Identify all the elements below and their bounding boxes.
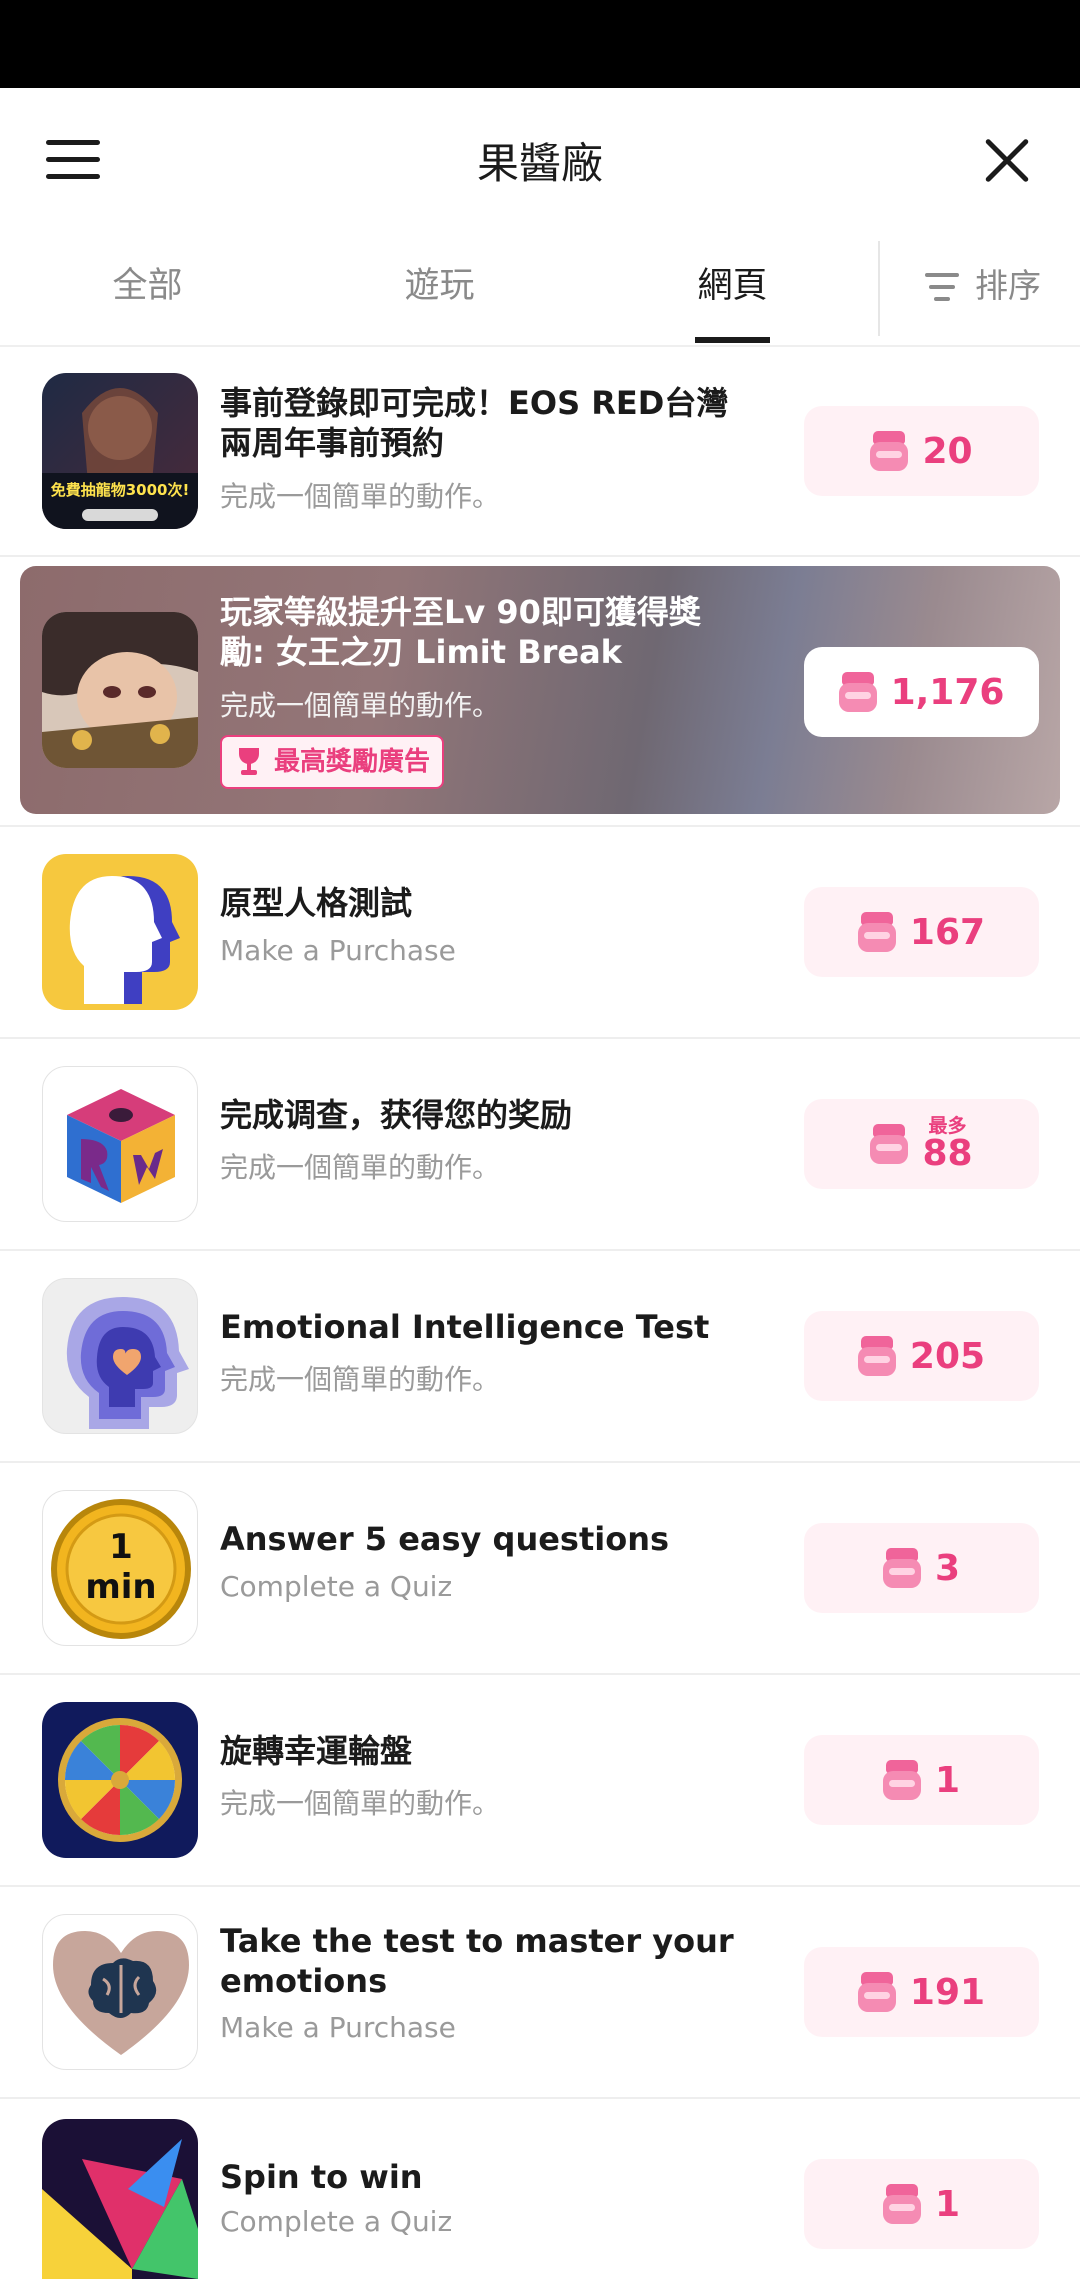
lucky-wheel-icon xyxy=(42,1702,198,1858)
list-item-subtitle: 完成一個簡單的動作。 xyxy=(220,480,501,513)
tab-divider xyxy=(878,241,880,336)
heart-brain-icon xyxy=(42,1914,198,2070)
trophy-icon xyxy=(236,748,262,776)
list-item-subtitle: 完成一個簡單的動作。 xyxy=(220,1363,501,1396)
reward-button[interactable]: 1,176 xyxy=(804,647,1039,737)
featured-ad-content[interactable]: 玩家等級提升至Lv 90即可獲得獎勵: 女王之刃 Limit Break 完成一… xyxy=(0,557,1080,825)
jam-jar-icon xyxy=(838,672,877,712)
reward-button[interactable]: 1 xyxy=(804,2159,1039,2249)
jam-jar-icon xyxy=(870,1124,909,1164)
filter-tabs: 全部 遊玩 網頁 排序 xyxy=(0,233,1080,347)
jam-jar-icon xyxy=(857,1972,896,2012)
jam-jar-icon xyxy=(857,1336,896,1376)
list-item-spin-to-win[interactable]: Spin to win Complete a Quiz 1 xyxy=(0,2099,1080,2279)
tab-play[interactable]: 遊玩 xyxy=(352,233,527,345)
reward-value: 1,176 xyxy=(890,671,1005,713)
archetype-head-icon xyxy=(42,854,198,1010)
reward-value: 88 xyxy=(922,1133,973,1174)
reward-value: 191 xyxy=(909,1971,986,2013)
list-item-easy-questions[interactable]: 1 min Answer 5 easy questions Complete a… xyxy=(0,1463,1080,1675)
list-item-survey[interactable]: 完成调查，获得您的奖励 完成一個簡單的動作。 最多 88 xyxy=(0,1039,1080,1251)
jam-jar-icon xyxy=(870,431,909,471)
eq-head-icon xyxy=(42,1278,198,1434)
reward-button[interactable]: 3 xyxy=(804,1523,1039,1613)
sort-icon xyxy=(925,273,959,303)
reward-button[interactable]: 191 xyxy=(804,1947,1039,2037)
queens-blade-app-icon xyxy=(42,612,198,768)
survey-cube-icon xyxy=(42,1066,198,1222)
spin-wheel-icon xyxy=(42,2119,198,2279)
list-item-title: Spin to win xyxy=(220,2158,423,2196)
page-title: 果醬廠 xyxy=(476,139,603,188)
list-item-title: 原型人格測試 xyxy=(220,884,413,922)
jam-jar-icon xyxy=(882,1548,921,1588)
status-bar xyxy=(0,0,1080,88)
reward-value: 1 xyxy=(934,1759,961,1801)
list-item-title: 完成调查，获得您的奖励 xyxy=(220,1096,573,1134)
coin-label: 1 min xyxy=(85,1527,157,1607)
list-item-lucky-wheel[interactable]: 旋轉幸運輪盤 完成一個簡單的動作。 1 xyxy=(0,1675,1080,1887)
list-item-title: Emotional Intelligence Test xyxy=(220,1308,710,1346)
list-item-title: Take the test to master your emotions xyxy=(220,1922,734,2000)
reward-button[interactable]: 20 xyxy=(804,406,1039,496)
list-item-title: 玩家等級提升至Lv 90即可獲得獎勵: 女王之刃 Limit Break xyxy=(220,593,701,671)
reward-value: 1 xyxy=(934,2183,961,2225)
list-item-eq-test[interactable]: Emotional Intelligence Test 完成一個簡單的動作。 2… xyxy=(0,1251,1080,1463)
list-item-eos-red[interactable]: 免費抽龍物3000次! 事前登錄即可完成！EOS RED台灣兩周年事前預約 完成… xyxy=(0,347,1080,557)
list-item-emotion-test[interactable]: Take the test to master your emotions Ma… xyxy=(0,1887,1080,2099)
active-tab-indicator xyxy=(695,337,770,343)
jam-jar-icon xyxy=(857,912,896,952)
badge-label: 最高獎勵廣告 xyxy=(274,747,431,777)
jam-jar-icon xyxy=(882,1760,921,1800)
list-item-subtitle: 完成一個簡單的動作。 xyxy=(220,689,501,722)
list-item-subtitle: Complete a Quiz xyxy=(220,1570,453,1603)
reward-value: 167 xyxy=(909,911,986,953)
tab-all[interactable]: 全部 xyxy=(60,233,235,345)
reward-button[interactable]: 最多 88 xyxy=(804,1099,1039,1189)
close-icon[interactable] xyxy=(982,136,1032,186)
list-item-title: 事前登錄即可完成！EOS RED台灣兩周年事前預約 xyxy=(220,384,729,462)
list-item-title: 旋轉幸運輪盤 xyxy=(220,1732,413,1770)
list-item-subtitle: 完成一個簡單的動作。 xyxy=(220,1151,501,1184)
list-item-subtitle: 完成一個簡單的動作。 xyxy=(220,1787,501,1820)
top-reward-badge: 最高獎勵廣告 xyxy=(220,735,445,789)
tab-web[interactable]: 網頁 xyxy=(645,233,820,345)
list-item-subtitle: Complete a Quiz xyxy=(220,2205,453,2238)
jam-jar-icon xyxy=(882,2184,921,2224)
app-header: 果醬廠 xyxy=(0,88,1080,233)
eos-red-promo-text: 免費抽龍物3000次! xyxy=(50,481,190,499)
reward-button[interactable]: 1 xyxy=(804,1735,1039,1825)
list-item-title: Answer 5 easy questions xyxy=(220,1520,670,1558)
list-item-subtitle: Make a Purchase xyxy=(220,934,456,967)
list-item-subtitle: Make a Purchase xyxy=(220,2011,456,2044)
reward-button[interactable]: 167 xyxy=(804,887,1039,977)
reward-button[interactable]: 205 xyxy=(804,1311,1039,1401)
eos-red-app-icon: 免費抽龍物3000次! xyxy=(42,373,198,529)
reward-value: 3 xyxy=(934,1547,961,1589)
list-item-archetype-test[interactable]: 原型人格測試 Make a Purchase 167 xyxy=(0,827,1080,1039)
reward-value: 20 xyxy=(922,430,973,472)
reward-value: 205 xyxy=(909,1335,986,1377)
sort-label: 排序 xyxy=(975,266,1041,305)
one-minute-coin-icon: 1 min xyxy=(42,1490,198,1646)
